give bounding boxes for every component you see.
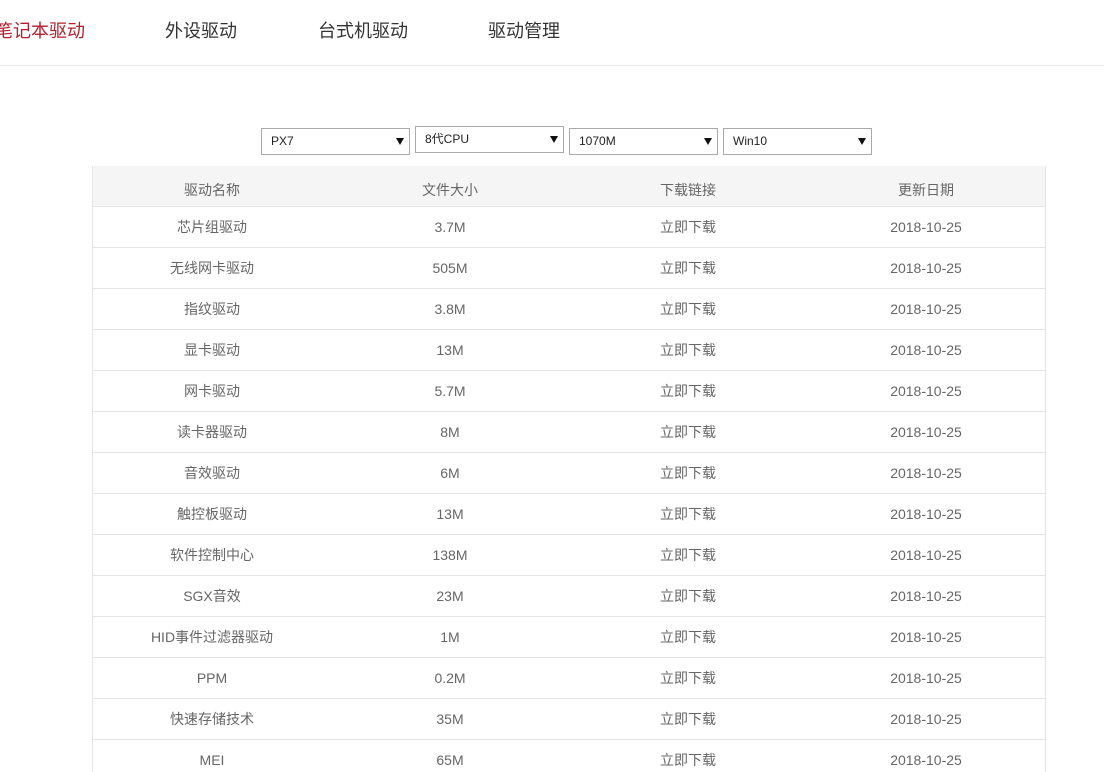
table-row: MEI 65M 立即下载 2018-10-25 bbox=[93, 739, 1045, 772]
driver-name: 读卡器驱动 bbox=[177, 424, 247, 440]
driver-name: 软件控制中心 bbox=[170, 547, 254, 563]
download-link[interactable]: 立即下载 bbox=[569, 330, 807, 370]
driver-name: 无线网卡驱动 bbox=[170, 260, 254, 276]
table-row: 触控板驱动 13M 立即下载 2018-10-25 bbox=[93, 493, 1045, 534]
file-size: 6M bbox=[440, 465, 460, 481]
table-row: 无线网卡驱动 505M 立即下载 2018-10-25 bbox=[93, 247, 1045, 288]
file-size: 8M bbox=[440, 424, 460, 440]
download-link[interactable]: 立即下载 bbox=[569, 740, 807, 772]
update-date: 2018-10-25 bbox=[890, 424, 962, 440]
column-header-download-link: 下载链接 bbox=[660, 182, 716, 198]
chevron-down-icon bbox=[550, 136, 558, 143]
driver-name: 指纹驱动 bbox=[184, 301, 240, 317]
driver-name: MEI bbox=[199, 752, 225, 768]
gpu-select-value: 1070M bbox=[579, 134, 616, 148]
download-link[interactable]: 立即下载 bbox=[569, 289, 807, 329]
update-date: 2018-10-25 bbox=[890, 711, 962, 727]
tab-peripheral-drivers[interactable]: 外设驱动 bbox=[165, 19, 237, 43]
download-link[interactable]: 立即下载 bbox=[569, 412, 807, 452]
chevron-down-icon bbox=[704, 138, 712, 145]
update-date: 2018-10-25 bbox=[890, 383, 962, 399]
os-select-value: Win10 bbox=[733, 134, 768, 148]
file-size: 5.7M bbox=[434, 383, 466, 399]
update-date: 2018-10-25 bbox=[890, 219, 962, 235]
download-link[interactable]: 立即下载 bbox=[569, 453, 807, 493]
driver-name: 网卡驱动 bbox=[184, 383, 240, 399]
driver-name: HID事件过滤器驱动 bbox=[150, 629, 274, 645]
file-size: 505M bbox=[432, 260, 468, 276]
table-row: 软件控制中心 138M 立即下载 2018-10-25 bbox=[93, 534, 1045, 575]
nav-divider bbox=[0, 65, 1104, 66]
cpu-select[interactable]: 8代CPU bbox=[415, 126, 564, 153]
driver-name: 触控板驱动 bbox=[177, 506, 247, 522]
driver-download-page: 笔记本驱动 外设驱动 台式机驱动 驱动管理 PX7 8代CPU 1070M Wi… bbox=[0, 0, 1104, 772]
file-size: 0.2M bbox=[434, 670, 466, 686]
tab-driver-management[interactable]: 驱动管理 bbox=[488, 19, 560, 43]
driver-name: PPM bbox=[196, 670, 228, 686]
file-size: 35M bbox=[436, 711, 464, 727]
update-date: 2018-10-25 bbox=[890, 506, 962, 522]
update-date: 2018-10-25 bbox=[890, 465, 962, 481]
chevron-down-icon bbox=[396, 138, 404, 145]
update-date: 2018-10-25 bbox=[890, 301, 962, 317]
table-row: 网卡驱动 5.7M 立即下载 2018-10-25 bbox=[93, 370, 1045, 411]
file-size: 13M bbox=[436, 342, 464, 358]
model-select-value: PX7 bbox=[271, 134, 294, 148]
column-header-driver-name: 驱动名称 bbox=[184, 182, 240, 198]
tab-notebook-drivers[interactable]: 笔记本驱动 bbox=[0, 19, 85, 43]
table-row: 指纹驱动 3.8M 立即下载 2018-10-25 bbox=[93, 288, 1045, 329]
table-header: 驱动名称 文件大小 下载链接 更新日期 bbox=[93, 166, 1045, 206]
driver-name: 显卡驱动 bbox=[184, 342, 240, 358]
table-row: 快速存储技术 35M 立即下载 2018-10-25 bbox=[93, 698, 1045, 739]
gpu-select[interactable]: 1070M bbox=[569, 128, 718, 155]
table-row: 读卡器驱动 8M 立即下载 2018-10-25 bbox=[93, 411, 1045, 452]
update-date: 2018-10-25 bbox=[890, 342, 962, 358]
download-link[interactable]: 立即下载 bbox=[569, 494, 807, 534]
download-link[interactable]: 立即下载 bbox=[569, 207, 807, 247]
table-row: PPM 0.2M 立即下载 2018-10-25 bbox=[93, 657, 1045, 698]
download-link[interactable]: 立即下载 bbox=[569, 371, 807, 411]
download-link[interactable]: 立即下载 bbox=[569, 535, 807, 575]
model-select[interactable]: PX7 bbox=[261, 128, 410, 155]
table-row: 芯片组驱动 3.7M 立即下载 2018-10-25 bbox=[93, 206, 1045, 247]
file-size: 65M bbox=[436, 752, 464, 768]
file-size: 1M bbox=[440, 629, 460, 645]
download-link[interactable]: 立即下载 bbox=[569, 576, 807, 616]
driver-table: 驱动名称 文件大小 下载链接 更新日期 芯片组驱动 3.7M 立即下载 2018… bbox=[92, 166, 1046, 772]
file-size: 3.7M bbox=[434, 219, 466, 235]
file-size: 13M bbox=[436, 506, 464, 522]
driver-name: 快速存储技术 bbox=[170, 711, 254, 727]
download-link[interactable]: 立即下载 bbox=[569, 658, 807, 698]
cpu-select-value: 8代CPU bbox=[425, 132, 470, 146]
column-header-file-size: 文件大小 bbox=[422, 182, 478, 198]
update-date: 2018-10-25 bbox=[890, 670, 962, 686]
driver-name: 音效驱动 bbox=[184, 465, 240, 481]
download-link[interactable]: 立即下载 bbox=[569, 617, 807, 657]
table-row: HID事件过滤器驱动 1M 立即下载 2018-10-25 bbox=[93, 616, 1045, 657]
download-link[interactable]: 立即下载 bbox=[569, 248, 807, 288]
file-size: 138M bbox=[432, 547, 468, 563]
os-select[interactable]: Win10 bbox=[723, 128, 872, 155]
download-link[interactable]: 立即下载 bbox=[569, 699, 807, 739]
column-header-update-date: 更新日期 bbox=[898, 182, 954, 198]
table-row: 显卡驱动 13M 立即下载 2018-10-25 bbox=[93, 329, 1045, 370]
update-date: 2018-10-25 bbox=[890, 547, 962, 563]
update-date: 2018-10-25 bbox=[890, 629, 962, 645]
table-row: 音效驱动 6M 立即下载 2018-10-25 bbox=[93, 452, 1045, 493]
update-date: 2018-10-25 bbox=[890, 752, 962, 768]
update-date: 2018-10-25 bbox=[890, 260, 962, 276]
driver-name: 芯片组驱动 bbox=[177, 219, 247, 235]
file-size: 23M bbox=[436, 588, 464, 604]
chevron-down-icon bbox=[858, 138, 866, 145]
update-date: 2018-10-25 bbox=[890, 588, 962, 604]
table-row: SGX音效 23M 立即下载 2018-10-25 bbox=[93, 575, 1045, 616]
driver-name: SGX音效 bbox=[183, 588, 241, 604]
tab-desktop-drivers[interactable]: 台式机驱动 bbox=[318, 19, 408, 43]
file-size: 3.8M bbox=[434, 301, 466, 317]
